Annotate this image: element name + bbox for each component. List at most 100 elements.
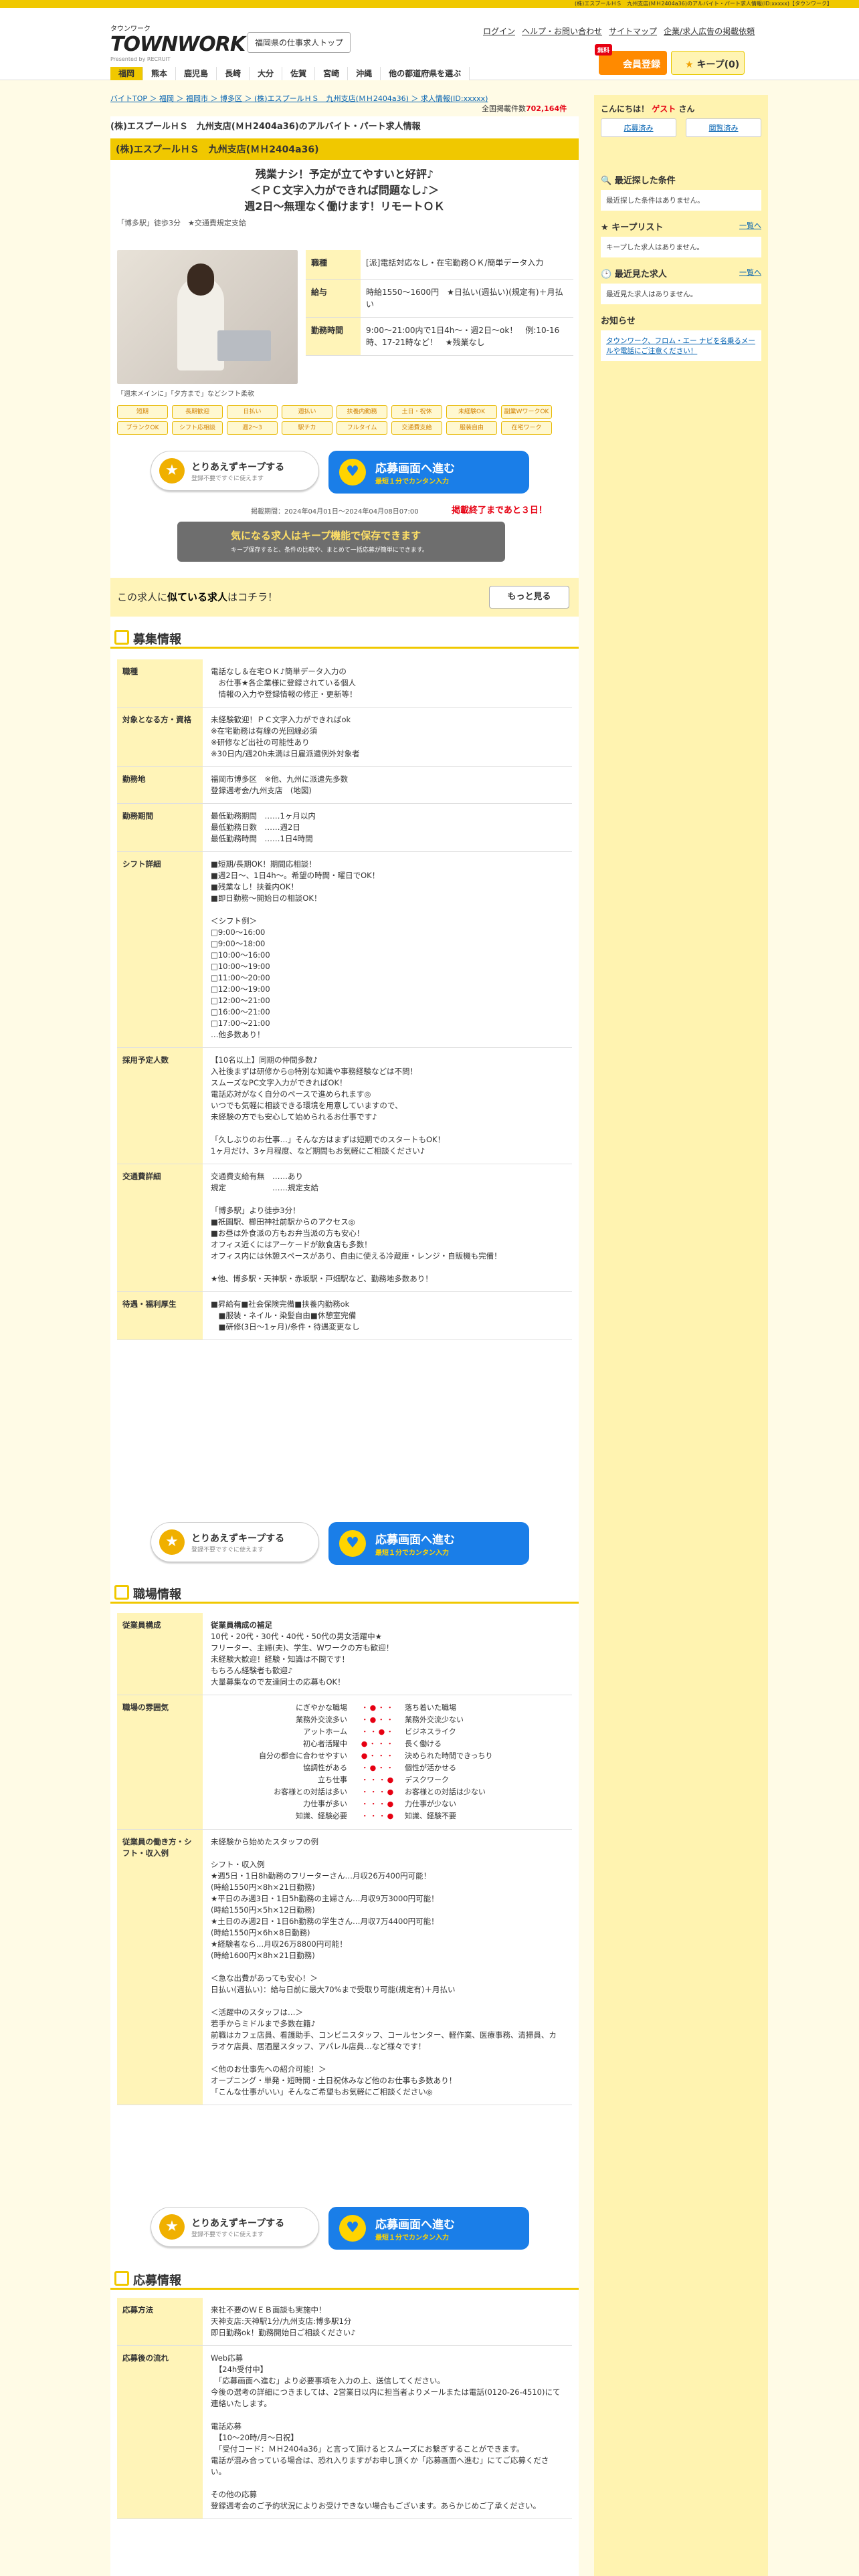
detail-row: 勤務期間 最低勤務期間 ……1ヶ月以内 最低勤務日数 ……週2日 最低勤務時間 …… (117, 804, 572, 852)
document-icon (114, 630, 129, 645)
keep-feature-banner[interactable]: 気になる求人はキープ機能で保存できます キープ保存すると、条件の比較や、まとめて一… (177, 522, 505, 562)
detail-row: 職種 電話なし＆在宅ＯＫ♪簡単データ入力の お仕事★各企業様に登録されている個人 … (117, 659, 572, 708)
advertise-link[interactable]: 企業/求人広告の掲載依頼 (664, 25, 755, 37)
section-title: 募集情報 (133, 633, 181, 647)
count-label: 全国掲載件数 (482, 104, 526, 113)
tag: 在宅ワーク (501, 421, 552, 435)
apply-button[interactable]: ♥ 応募画面へ進む最短１分でカンタン入力 (328, 1522, 529, 1565)
apply-button[interactable]: ♥ 応募画面へ進む 最短１分でカンタン入力 (328, 2207, 529, 2250)
detail-value: Web応募 【24h受付中】 「応募画面へ進む」より必要事項を入力の上、送信して… (211, 2353, 561, 2510)
mood-left: 知識、経験必要 (296, 1812, 347, 1820)
mood-right: 業務外交流少ない (405, 1715, 464, 1724)
keep-list-link[interactable]: 一覧へ (739, 220, 761, 233)
page-title: (株)エスプールＨＳ 九州支店(ＭＨ2404a36)のアルバイト・パート求人情報 (110, 122, 421, 132)
detail-key: 従業員の働き方・シフト・収入例 (117, 1830, 203, 2105)
viewed-list-link[interactable]: 一覧へ (739, 267, 761, 280)
greeting: こんにちは！ ゲスト さん (594, 95, 768, 118)
keep-button-sub: 登録不要ですぐに使えます (191, 475, 264, 482)
detail-value: 従業員構成の補足 10代・20代・30代・40代・50代の男女活躍中★ フリータ… (203, 1613, 572, 1695)
job-count: 全国掲載件数702,164件 (482, 103, 567, 114)
nav-oita[interactable]: 大分 (250, 67, 283, 80)
detail-key: シフト詳細 (117, 852, 203, 1047)
nav-okinawa[interactable]: 沖縄 (348, 67, 381, 80)
section-title: 応募情報 (133, 2274, 181, 2288)
section-heading-shokuba: 職場情報 (110, 1585, 579, 1604)
viewed-button[interactable]: 閲覧済み (686, 118, 761, 137)
apply-button[interactable]: ♥ 応募画面へ進む 最短１分でカンタン入力 (328, 451, 529, 494)
heart-hand-icon: ♥ (339, 1530, 366, 1557)
member-register-button[interactable]: 無料 会員登録 (595, 44, 667, 75)
detail-value: 福岡市博多区 ※他、九州に派遣先多数 登録週考会/九州支店 (地図) (211, 774, 349, 795)
tag: 土日・祝休 (391, 405, 442, 419)
summary-row: 勤務時間 9:00～21:00内で1日4h～・週2日～ok！ 例:10-16時、1… (306, 318, 573, 356)
summary-value: 時給1550～1600円 ★日払い(週払い)(規定有)＋月払い (366, 288, 563, 309)
tag: 長期歓迎 (172, 405, 223, 419)
logo-by: Presented by RECRUIT (110, 56, 171, 62)
detail-value: 交通費支給有無 ……あり 規定 ……規定支給 「博多駅」より徒歩3分！ ■祇園駅… (211, 1172, 502, 1283)
nav-saga[interactable]: 佐賀 (282, 67, 316, 80)
viewed-heading: 🕑 最近見た求人 一覧へ (594, 257, 768, 284)
login-link[interactable]: ログイン (483, 25, 515, 37)
nav-kagoshima[interactable]: 鹿児島 (176, 67, 217, 80)
notice-link[interactable]: タウンワーク、フロム・エー ナビを名乗るメールや電話にご注意ください！ (601, 330, 761, 361)
nav-kumamoto[interactable]: 熊本 (143, 67, 177, 80)
summary-row: 職種 [派]電話対応なし・在宅勤務ＯＫ/簡単データ入力 (306, 250, 573, 280)
sitemap-link[interactable]: サイトマップ (609, 25, 657, 37)
keep-list-heading: ★ キープリスト 一覧へ (594, 211, 768, 237)
more-button[interactable]: もっと見る (489, 586, 569, 609)
notice-heading: お知らせ (594, 304, 768, 330)
apply-button-sub: 最短１分でカンタン入力 (375, 1549, 449, 1557)
keep-button[interactable]: ★ とりあえずキープする 登録不要ですぐに使えます (151, 2207, 319, 2247)
keep-button[interactable]: ★ とりあえずキープする 登録不要ですぐに使えます (151, 1522, 319, 1562)
header-links: ログイン ヘルプ・お問い合わせ サイトマップ 企業/求人広告の掲載依頼 (483, 25, 755, 37)
detail-row: 従業員の働き方・シフト・収入例 未経験から始めたスタッフの例 シフト・収入例 ★週… (117, 1830, 572, 2105)
detail-value: ■昇給有■社会保険完備■扶養内勤務ok ■服装・ネイル・染髪自由■休憩室完備 ■… (211, 1299, 360, 1331)
similar-text: この求人に (117, 591, 168, 603)
summary-value: [派]電話対応なし・在宅勤務ＯＫ/簡単データ入力 (366, 258, 544, 267)
free-tag: 無料 (595, 44, 613, 56)
feature-tags: 短期 長期歓迎 日払い 週払い 扶養内勤務 土日・祝休 未経験OK 副業WワークOK ブランク… (117, 405, 572, 435)
mood-left: お客様との対話は多い (274, 1788, 347, 1796)
detail-key: 勤務期間 (117, 804, 203, 851)
local-top-button[interactable]: 福岡県の仕事求人トップ (248, 32, 351, 53)
keep-button-label: とりあえずキープする (191, 2218, 285, 2229)
comp-text: 10代・20代・30代・40代・50代の男女活躍中★ フリーター、主婦(夫)、学… (211, 1632, 394, 1687)
tag: フルタイム (337, 421, 387, 435)
detail-key: 採用予定人数 (117, 1048, 203, 1164)
detail-key: 職場の雰囲気 (117, 1695, 203, 1829)
detail-row: 採用予定人数 【10名以上】同期の仲間多数♪ 入社後まずは研修から◎特別な知識や事… (117, 1048, 572, 1164)
sidebar: こんにちは！ ゲスト さん 応募済み 閲覧済み 🔍 最近探した条件 最近探した条件… (594, 95, 768, 2576)
nav-nagasaki[interactable]: 長崎 (217, 67, 250, 80)
job-photo (117, 250, 298, 384)
applied-button[interactable]: 応募済み (601, 118, 676, 137)
pencil-icon (114, 2271, 129, 2286)
help-link[interactable]: ヘルプ・お問い合わせ (522, 25, 602, 37)
mood-right: 知識、経験不要 (405, 1812, 456, 1820)
nav-other[interactable]: 他の都道府県を選ぶ (381, 67, 470, 80)
nav-fukuoka[interactable]: 福岡 (110, 67, 144, 80)
breadcrumb-text[interactable]: バイトTOP ＞ 福岡 ＞ 福岡市 ＞ 博多区 ＞ (株)エスプールＨＳ 九州支… (110, 94, 488, 103)
keep-list-button[interactable]: ★ キープ(0) (671, 51, 745, 75)
keep-button[interactable]: ★ とりあえずキープする 登録不要ですぐに使えます (151, 451, 319, 491)
action-row-2: ★ とりあえずキープする 登録不要ですぐに使えます ♥ 応募画面へ進む最短１分でカンタ… (151, 1522, 529, 1565)
tag: ブランクOK (117, 421, 168, 435)
keep-box: キープした求人はありません。 (601, 237, 761, 257)
building-icon (114, 1585, 129, 1600)
hello-text: こんにちは！ (601, 104, 650, 114)
mood-left: アットホーム (303, 1727, 347, 1736)
detail-key: 応募方法 (117, 2298, 203, 2345)
section-title: 職場情報 (133, 1588, 181, 1602)
apply-button-label: 応募画面へ進む (375, 1533, 455, 1547)
detail-row: 応募後の流れ Web応募 【24h受付中】 「応募画面へ進む」より必要事項を入力の… (117, 2346, 572, 2519)
viewed-box: 最近見た求人はありません。 (601, 284, 761, 304)
breadcrumb[interactable]: バイトTOP ＞ 福岡 ＞ 福岡市 ＞ 博多区 ＞ (株)エスプールＨＳ 九州支… (110, 93, 488, 104)
detail-key: 交通費詳細 (117, 1164, 203, 1291)
recent-conditions-heading: 🔍 最近探した条件 (594, 164, 768, 190)
recent-cond-box: 最近探した条件はありません。 (601, 190, 761, 211)
mood-right: ビジネスライク (405, 1727, 456, 1736)
tag: 週2〜3 (227, 421, 278, 435)
top-strip: (株)エスプールＨＳ 九州支店(ＭＨ2404a36)のアルバイト・パート求人情報… (0, 0, 859, 8)
summary-row: 給与 時給1550～1600円 ★日払い(週払い)(規定有)＋月払い (306, 280, 573, 318)
townwork-logo[interactable]: タウンワーク TOWNWORK Presented by RECRUIT (110, 23, 246, 62)
nav-miyazaki[interactable]: 宮崎 (315, 67, 349, 80)
